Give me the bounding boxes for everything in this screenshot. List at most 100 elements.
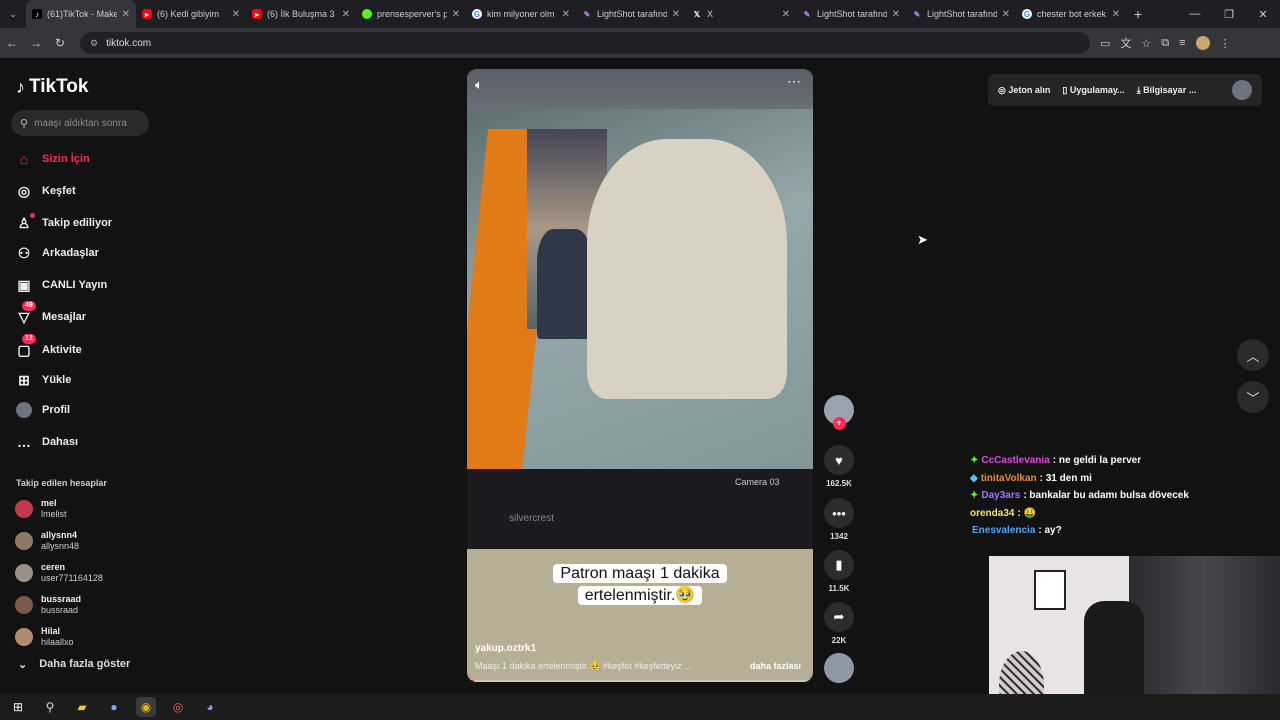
tab-9[interactable]: G chester bot erkek ✕: [1016, 0, 1126, 28]
nav-following[interactable]: ♙ Takip ediliyor: [15, 213, 113, 232]
video-progress-bar[interactable]: [467, 680, 813, 682]
profile-avatar-icon[interactable]: [1195, 36, 1210, 50]
close-window-icon[interactable]: ✕: [1246, 0, 1280, 28]
following-account[interactable]: bussraad bussraad: [15, 594, 81, 616]
close-icon[interactable]: ✕: [342, 9, 350, 20]
translate-icon[interactable]: 文: [1120, 35, 1131, 51]
messages-badge: 49: [22, 301, 36, 311]
compass-icon: ◎: [17, 182, 31, 199]
get-app-button[interactable]: ▯ Uygulamay...: [1062, 85, 1124, 96]
chat-username: Enesvalencia: [972, 525, 1036, 537]
cast-icon[interactable]: ▭: [1100, 37, 1110, 50]
search-input[interactable]: ⚲ maaşı aldıktan sonra: [11, 110, 149, 136]
restore-icon[interactable]: ❐: [1212, 0, 1246, 28]
video-caption-overlay: Patron maaşı 1 dakika ertelenmiştir.🥹: [545, 563, 735, 607]
close-icon[interactable]: ✕: [1112, 9, 1120, 20]
close-icon[interactable]: ✕: [232, 9, 240, 20]
following-account[interactable]: allysnn4 allysnn48: [15, 530, 79, 552]
tab-0[interactable]: ♪ (61)TikTok - Make ✕: [26, 0, 136, 28]
tab-title: LightShot tarafınd: [927, 9, 997, 19]
close-icon[interactable]: ✕: [782, 9, 790, 20]
get-coins-button[interactable]: ◎ Jeton alın: [998, 85, 1050, 96]
video-player[interactable]: silvercrest Camera 03 🔈︎ ⋯ Patron maaşı …: [467, 69, 813, 682]
video-scene-person: [537, 229, 592, 339]
nav-friends[interactable]: ⚇ Arkadaşlar: [15, 244, 99, 262]
volume-icon[interactable]: 🔈︎: [475, 77, 483, 93]
tab-3[interactable]: prensesperver's p ✕: [356, 0, 466, 28]
site-info-icon[interactable]: ⚙: [90, 38, 98, 49]
windows-start-icon[interactable]: ⊞: [8, 697, 28, 717]
nav-profile[interactable]: Profil: [15, 401, 70, 419]
tab-search-button[interactable]: ⌄: [0, 0, 26, 28]
tab-6[interactable]: 𝕏 X ✕: [686, 0, 796, 28]
following-section-title: Takip edilen hesaplar: [16, 478, 107, 488]
close-icon[interactable]: ✕: [122, 9, 130, 20]
more-options-icon[interactable]: ⋯: [787, 73, 801, 90]
tab-8[interactable]: ✎ LightShot tarafınd ✕: [906, 0, 1016, 28]
video-author[interactable]: yakup.oztrk1: [475, 643, 536, 654]
nav-activity[interactable]: ▢ 12 Aktivite: [15, 334, 82, 359]
music-disc-button[interactable]: [823, 653, 855, 683]
tab-title: chester bot erkek: [1037, 9, 1107, 19]
reading-list-icon[interactable]: ≡: [1179, 37, 1185, 49]
close-icon[interactable]: ✕: [452, 9, 460, 20]
author-avatar-button[interactable]: +: [823, 395, 855, 430]
close-icon[interactable]: ✕: [672, 9, 680, 20]
nav-label: Profil: [42, 404, 71, 416]
chrome-icon[interactable]: ◉: [136, 697, 156, 717]
following-account[interactable]: mel lmelist: [15, 498, 67, 520]
nav-upload[interactable]: ⊞ Yükle: [15, 371, 71, 389]
user-avatar[interactable]: [1232, 80, 1252, 100]
nav-explore[interactable]: ◎ Keşfet: [15, 182, 76, 200]
save-count: 11.5K: [828, 584, 850, 593]
bookmark-star-icon[interactable]: ☆: [1141, 37, 1151, 50]
tab-2[interactable]: ▸ (6) İlk Buluşma 3 1 ✕: [246, 0, 356, 28]
tiktok-logo[interactable]: ♪ TikTok: [16, 76, 88, 98]
nav-label: Takip ediliyor: [42, 217, 113, 229]
reload-icon[interactable]: ↻: [48, 36, 72, 50]
following-account[interactable]: Hilal hilaallxo: [15, 626, 74, 648]
nav-label: Sizin İçin: [42, 153, 90, 165]
forward-icon[interactable]: →: [24, 36, 48, 50]
like-button[interactable]: ♥ 162.5K: [823, 445, 855, 488]
tab-1[interactable]: ▸ (6) Kedi gibiyim ✕: [136, 0, 246, 28]
menu-icon[interactable]: ⋮: [1220, 37, 1231, 50]
file-explorer-icon[interactable]: ▰: [72, 697, 92, 717]
webcam-picture-frame: [1034, 570, 1066, 610]
minimize-icon[interactable]: —: [1178, 0, 1212, 28]
home-icon: ⌂: [19, 151, 29, 167]
new-tab-button[interactable]: +: [1126, 6, 1150, 22]
see-more-link[interactable]: daha fazlası: [750, 661, 801, 671]
notification-dot: [30, 213, 35, 218]
desktop-app-button[interactable]: ⤓ Bilgisayar ...: [1137, 85, 1197, 96]
discord-icon[interactable]: ◕: [200, 697, 220, 717]
search-icon[interactable]: ⚲: [40, 697, 60, 717]
follow-plus-icon[interactable]: +: [832, 417, 846, 430]
like-count: 162.5K: [826, 479, 852, 488]
close-icon[interactable]: ✕: [1002, 9, 1010, 20]
close-icon[interactable]: ✕: [562, 9, 570, 20]
nav-more[interactable]: … Dahası: [15, 433, 78, 451]
comment-button[interactable]: ••• 1342: [823, 498, 855, 541]
app-icon[interactable]: ◎: [168, 697, 188, 717]
nav-messages[interactable]: ▽ 49 Mesajlar: [15, 301, 86, 326]
url-field[interactable]: ⚙ tiktok.com: [80, 32, 1090, 54]
following-account[interactable]: ceren user771164128: [15, 562, 103, 584]
back-icon[interactable]: ←: [0, 36, 24, 50]
close-icon[interactable]: ✕: [892, 9, 900, 20]
nav-live[interactable]: ▣ CANLI Yayın: [15, 276, 107, 294]
previous-video-button[interactable]: ︿: [1237, 339, 1269, 371]
next-video-button[interactable]: ﹀: [1237, 381, 1269, 413]
nav-for-you[interactable]: ⌂ Sizin İçin: [15, 150, 90, 168]
app-icon[interactable]: ●: [104, 697, 124, 717]
save-button[interactable]: ▮ 11.5K: [823, 550, 855, 593]
extensions-icon[interactable]: ⧉: [1161, 37, 1169, 50]
comment-count: 1342: [830, 532, 848, 541]
show-more-button[interactable]: ⌄ Daha fazla göster: [18, 658, 130, 671]
tab-4[interactable]: G kim milyoner olm ✕: [466, 0, 576, 28]
google-icon: G: [1022, 9, 1032, 19]
video-monitor-bezel: silvercrest Camera 03: [467, 469, 813, 559]
tab-5[interactable]: ✎ LightShot tarafınd ✕: [576, 0, 686, 28]
share-button[interactable]: ➦ 22K: [823, 602, 855, 645]
tab-7[interactable]: ✎ LightShot tarafınd ✕: [796, 0, 906, 28]
